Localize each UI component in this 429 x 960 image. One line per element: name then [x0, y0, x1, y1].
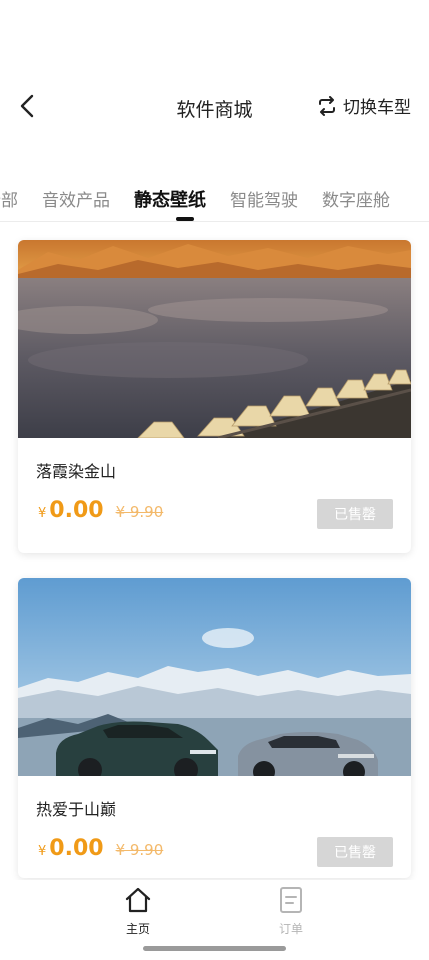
switch-vehicle-label: 切换车型: [343, 98, 411, 118]
nav-orders[interactable]: 订单: [261, 886, 321, 937]
current-price: 0.00: [49, 836, 104, 861]
product-card[interactable]: 落霞染金山 ¥ 0.00 ¥ 9.90 已售罄: [18, 240, 411, 553]
original-price: ¥ 9.90: [115, 503, 164, 521]
original-price: ¥ 9.90: [115, 841, 164, 859]
category-tabs: 全部 音效产品 静态壁纸 智能驾驶 数字座舱: [0, 180, 429, 220]
app-header: 软件商城 切换车型: [0, 0, 429, 150]
tab-digital-cockpit[interactable]: 数字座舱: [322, 186, 390, 212]
home-icon: [125, 887, 151, 913]
nav-home-label: 主页: [125, 922, 150, 936]
product-image: [18, 578, 411, 776]
product-name: 热爱于山巅: [36, 800, 117, 819]
tab-all[interactable]: 全部: [0, 186, 18, 212]
nav-home[interactable]: 主页: [108, 886, 168, 937]
order-icon: [280, 887, 302, 913]
currency-symbol: ¥: [38, 844, 47, 859]
product-card[interactable]: 热爱于山巅 ¥ 0.00 ¥ 9.90 已售罄: [18, 578, 411, 878]
switch-icon: [319, 95, 335, 116]
tab-static-wallpaper[interactable]: 静态壁纸: [134, 186, 206, 212]
tab-audio[interactable]: 音效产品: [42, 186, 110, 212]
currency-symbol: ¥: [38, 506, 47, 521]
current-price: 0.00: [49, 498, 104, 523]
nav-orders-label: 订单: [278, 922, 303, 936]
switch-vehicle-button[interactable]: 切换车型: [317, 93, 411, 118]
product-image: [18, 240, 411, 438]
tab-smart-driving[interactable]: 智能驾驶: [230, 186, 298, 212]
sold-out-button[interactable]: 已售罄: [317, 837, 393, 867]
product-price: ¥ 0.00 ¥ 9.90: [38, 836, 163, 861]
tabs-divider: [0, 221, 429, 222]
sold-out-button[interactable]: 已售罄: [317, 499, 393, 529]
home-indicator: [143, 946, 286, 951]
product-name: 落霞染金山: [36, 462, 117, 481]
product-price: ¥ 0.00 ¥ 9.90: [38, 498, 163, 523]
